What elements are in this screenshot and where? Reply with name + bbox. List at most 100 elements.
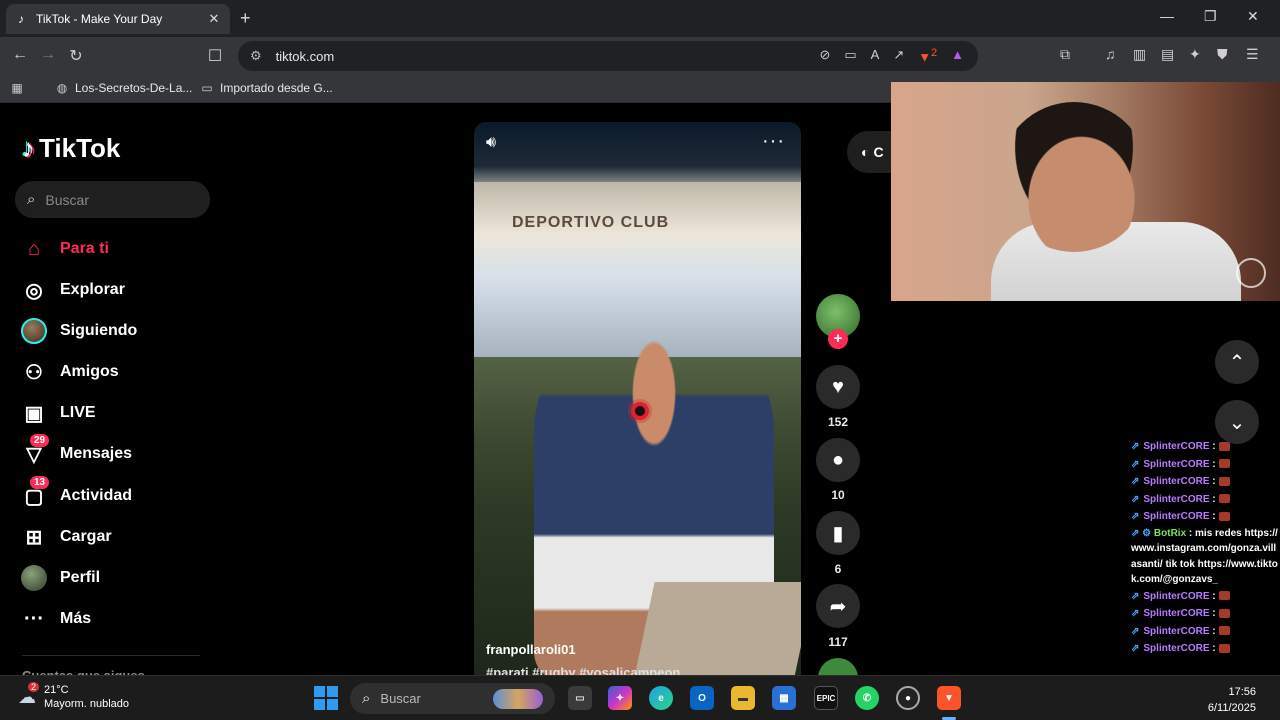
stream-chat-overlay: ⇗ SplinterCORE : ⇗ SplinterCORE : ⇗ Splinte… bbox=[1131, 438, 1280, 674]
nav-amigos[interactable]: ⚇ Amigos bbox=[20, 357, 119, 387]
share-button[interactable]: ➦ bbox=[816, 584, 860, 628]
nav-label: LIVE bbox=[60, 404, 96, 421]
outlook-icon[interactable]: O bbox=[690, 686, 714, 710]
bookmark-icon[interactable]: ☐ bbox=[205, 46, 225, 66]
nav-live[interactable]: ▣ LIVE bbox=[20, 398, 96, 428]
restore-icon[interactable]: ❐ bbox=[1204, 8, 1217, 25]
bookmark-label: Los-Secretos-De-La... bbox=[75, 81, 193, 95]
no-cast-icon[interactable]: ⊘ bbox=[819, 47, 830, 64]
nav-label: Explorar bbox=[60, 281, 125, 298]
menu-icon[interactable]: ☰ bbox=[1246, 46, 1259, 63]
task-view-icon[interactable]: ▭ bbox=[568, 686, 592, 710]
video-player[interactable]: DEPORTIVO CLUB 🔊︎ ··· franpollaroli01 #p… bbox=[474, 122, 801, 677]
chat-badge-icon: ⇗ bbox=[1131, 441, 1140, 452]
minimize-icon[interactable]: — bbox=[1160, 8, 1174, 24]
share-icon[interactable]: ↗ bbox=[893, 47, 904, 64]
tiktok-logo[interactable]: ♪ TikTok bbox=[22, 133, 120, 164]
chat-badge-icon: ⇗ ⚙ bbox=[1131, 527, 1152, 539]
taskbar-search-placeholder: Buscar bbox=[380, 691, 421, 706]
system-clock[interactable]: 17:56 6/11/2025 bbox=[1208, 684, 1256, 716]
nav-label: Siguiendo bbox=[60, 322, 138, 339]
brave-shields-icon[interactable]: ▼2 bbox=[918, 47, 937, 64]
whatsapp-icon[interactable]: ✆ bbox=[855, 686, 879, 710]
search-highlight-icon bbox=[493, 688, 543, 709]
music-icon[interactable]: ♫ bbox=[1105, 46, 1116, 62]
bookmark-save-icon: ▮ bbox=[832, 522, 844, 545]
screenshot-icon[interactable]: ⧉ bbox=[1060, 46, 1070, 63]
save-button[interactable]: ▮ bbox=[816, 511, 860, 555]
chat-text: : bbox=[1212, 493, 1216, 505]
nav-perfil[interactable]: Perfil bbox=[20, 563, 100, 593]
nav-cargar[interactable]: ⊞ Cargar bbox=[20, 522, 112, 552]
close-tab-icon[interactable]: ✕ bbox=[206, 11, 222, 27]
reload-icon[interactable]: ↻ bbox=[66, 46, 86, 66]
store-icon[interactable]: ▦ bbox=[772, 686, 796, 710]
start-button[interactable] bbox=[314, 686, 338, 710]
nav-para-ti[interactable]: ⌂ Para ti bbox=[20, 234, 109, 264]
weather-widget[interactable]: ☁ 2 21°C Mayorm. nublado bbox=[18, 681, 129, 711]
forward-icon[interactable]: → bbox=[38, 46, 58, 64]
activity-badge: 13 bbox=[30, 476, 50, 489]
follow-plus-icon[interactable]: + bbox=[828, 329, 848, 349]
chat-username: SplinterCORE bbox=[1143, 625, 1210, 637]
windows-taskbar: ☁ 2 21°C Mayorm. nublado ⌕ Buscar ▭ ✦ e O… bbox=[0, 675, 1280, 720]
apps-grid-icon[interactable]: ▦ bbox=[10, 81, 24, 95]
like-count: 152 bbox=[827, 415, 849, 429]
like-button[interactable]: ♥ bbox=[816, 365, 860, 409]
back-icon[interactable]: ← bbox=[10, 46, 30, 64]
video-username[interactable]: franpollaroli01 bbox=[486, 642, 576, 657]
chat-text: : bbox=[1212, 511, 1216, 522]
translate-icon[interactable]: A bbox=[871, 47, 880, 64]
chat-badge-icon: ⇗ bbox=[1131, 458, 1140, 470]
edge-icon[interactable]: e bbox=[649, 686, 673, 710]
url-text: tiktok.com bbox=[275, 48, 335, 64]
weather-temperature: 21°C bbox=[44, 684, 69, 696]
bookmark-item[interactable]: ◍ Los-Secretos-De-La... bbox=[55, 81, 193, 95]
webcam-overlay bbox=[891, 82, 1280, 301]
site-settings-icon[interactable]: ⚙ bbox=[250, 48, 262, 64]
nav-explorar[interactable]: ◎ Explorar bbox=[20, 275, 125, 305]
nav-mas[interactable]: ··· Más bbox=[20, 604, 91, 634]
address-bar-actions: ⊘ ▭ A ↗ ▼2 ▲ bbox=[819, 47, 964, 64]
sidebar-toggle-icon[interactable]: ▥ bbox=[1133, 46, 1146, 63]
chat-badge-icon: ⇗ bbox=[1131, 625, 1140, 637]
nav-siguiendo[interactable]: Siguiendo bbox=[20, 316, 137, 346]
comment-icon: ● bbox=[831, 448, 845, 471]
volume-icon[interactable]: 🔊︎ bbox=[486, 134, 496, 152]
search-input[interactable]: ⌕ Buscar bbox=[15, 181, 210, 218]
previous-video-button[interactable]: ⌃ bbox=[1215, 340, 1259, 384]
nav-actividad[interactable]: ▢ 13 Actividad bbox=[20, 476, 132, 511]
chat-text: : bbox=[1212, 590, 1216, 602]
cast-icon[interactable]: ▭ bbox=[844, 47, 856, 64]
address-bar[interactable]: ⚙ tiktok.com ⊘ ▭ A ↗ ▼2 ▲ bbox=[238, 41, 978, 71]
more-options-icon[interactable]: ··· bbox=[762, 130, 785, 153]
chat-message-bot: ⇗ ⚙ BotRix : mis redes https://www.insta… bbox=[1131, 526, 1280, 588]
nav-label: Mensajes bbox=[60, 445, 133, 462]
chat-message: ⇗ SplinterCORE : bbox=[1131, 605, 1280, 623]
webcam-head bbox=[999, 102, 1149, 252]
brave-rewards-icon[interactable]: ▲ bbox=[951, 47, 964, 64]
folder-icon: ▭ bbox=[201, 81, 213, 95]
wallet-icon[interactable]: ▤ bbox=[1161, 46, 1174, 63]
close-window-icon[interactable]: ✕ bbox=[1247, 8, 1259, 25]
save-count: 6 bbox=[834, 562, 842, 576]
more-icon: ··· bbox=[24, 607, 44, 630]
comment-button[interactable]: ● bbox=[816, 438, 860, 482]
leo-ai-icon[interactable]: ✦ bbox=[1189, 46, 1201, 63]
nav-mensajes[interactable]: ▽ 29 Mensajes bbox=[20, 434, 133, 469]
new-tab-icon[interactable]: + bbox=[240, 8, 251, 29]
browser-tab[interactable]: ♪ TikTok - Make Your Day ✕ bbox=[6, 4, 230, 34]
chat-message: ⇗ SplinterCORE : bbox=[1131, 456, 1280, 474]
obs-icon[interactable]: ● bbox=[896, 686, 920, 710]
emote-icon bbox=[1218, 441, 1230, 451]
following-avatar bbox=[21, 318, 47, 344]
vpn-icon[interactable]: ⛊ bbox=[1217, 46, 1228, 63]
bookmark-folder[interactable]: ▭ Importado desde G... bbox=[200, 81, 332, 95]
brave-browser-icon[interactable]: ▼ bbox=[937, 686, 961, 710]
taskbar-search[interactable]: ⌕ Buscar bbox=[350, 683, 555, 714]
emote-icon bbox=[1218, 643, 1230, 653]
epic-games-icon[interactable]: EPIC bbox=[814, 686, 838, 710]
copilot-icon[interactable]: ✦ bbox=[608, 686, 632, 710]
file-explorer-icon[interactable]: ▬ bbox=[731, 686, 755, 710]
share-arrow-icon: ➦ bbox=[829, 595, 847, 618]
